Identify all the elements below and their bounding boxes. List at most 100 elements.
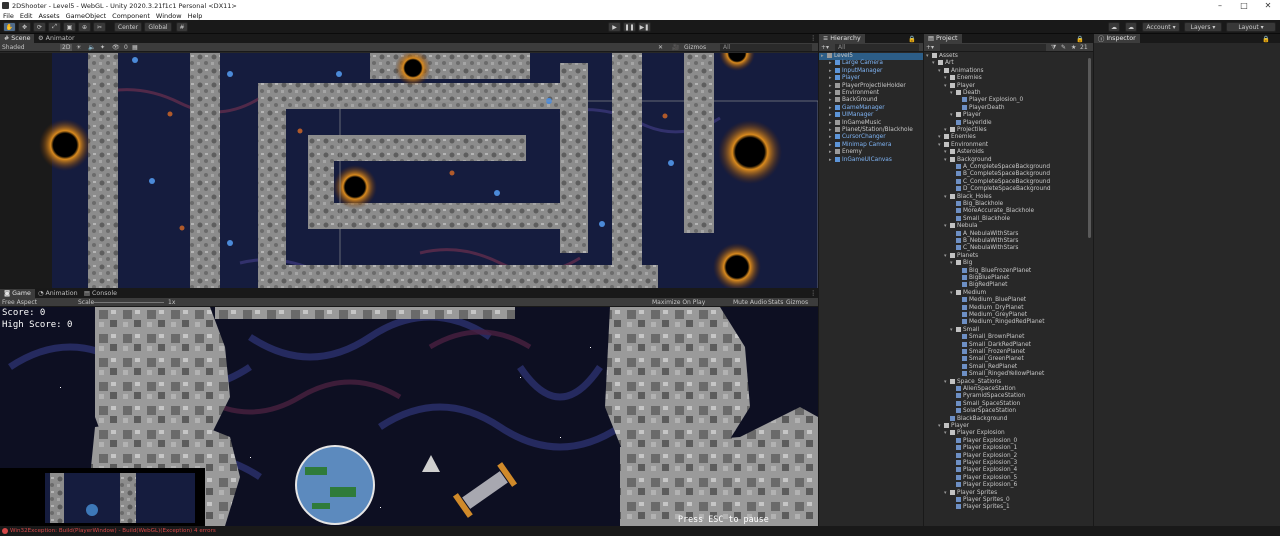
- tag-icon[interactable]: ✎: [1061, 44, 1066, 51]
- inspector-lock-icon[interactable]: 🔒: [1258, 34, 1274, 43]
- project-item[interactable]: Small_BrownPlanet: [924, 334, 1087, 341]
- project-item[interactable]: MoreAccurate_Blackhole: [924, 208, 1087, 215]
- hierarchy-item[interactable]: ▸ Planet/Station/Blackhole: [819, 127, 923, 134]
- status-error-text[interactable]: Win32Exception: Build(PlayerWindow) - Bu…: [10, 528, 216, 534]
- project-item[interactable]: BlackBackground: [924, 415, 1087, 423]
- project-item[interactable]: Medium_RingedRedPlanet: [924, 319, 1087, 326]
- project-item[interactable]: Medium_BluePlanet: [924, 297, 1087, 304]
- project-scrollbar[interactable]: [1088, 58, 1091, 238]
- project-item[interactable]: A_NebulaWithStars: [924, 230, 1087, 238]
- project-item[interactable]: Player Sprites_0: [924, 497, 1087, 504]
- project-item[interactable]: ▾ Environment: [924, 141, 1087, 149]
- project-item[interactable]: C_CompleteSpaceBackground: [924, 178, 1087, 186]
- project-item[interactable]: ▾ Black_Holes: [924, 193, 1087, 201]
- hierarchy-item[interactable]: ▸ Player: [819, 75, 923, 82]
- hierarchy-item[interactable]: ▸ Enemy: [819, 149, 923, 156]
- hierarchy-add-button[interactable]: +▾: [821, 44, 829, 51]
- aspect-dropdown[interactable]: Free Aspect: [2, 299, 37, 306]
- tab-game[interactable]: ◙ Game: [0, 289, 35, 298]
- minimize-icon[interactable]: –: [1208, 0, 1232, 11]
- menu-window[interactable]: Window: [156, 12, 182, 20]
- project-item[interactable]: Big_Blackhole: [924, 201, 1087, 208]
- menu-gameobject[interactable]: GameObject: [66, 12, 107, 20]
- layers-dropdown[interactable]: Layers ▾: [1184, 22, 1222, 32]
- hierarchy-item[interactable]: ▸ InGameUICanvas: [819, 156, 923, 164]
- rect-tool-icon[interactable]: ▣: [63, 22, 76, 32]
- project-item[interactable]: Player Sprites_1: [924, 504, 1087, 511]
- tab-hierarchy[interactable]: ≡ Hierarchy: [819, 34, 865, 43]
- project-item[interactable]: ▾ Animations: [924, 67, 1087, 75]
- project-item[interactable]: Small_FrozenPlanet: [924, 349, 1087, 356]
- mute-audio-toggle[interactable]: Mute Audio: [733, 299, 767, 306]
- project-item[interactable]: ▾ Space_Stations: [924, 378, 1087, 386]
- scale-slider[interactable]: [94, 302, 164, 303]
- project-item[interactable]: ▾ Small: [924, 326, 1087, 334]
- scale-tool-icon[interactable]: ⤢: [48, 22, 61, 32]
- project-item[interactable]: ▾ Art: [924, 60, 1087, 67]
- project-item[interactable]: ▾ Assets: [924, 53, 1087, 60]
- project-item[interactable]: Player Explosion_4: [924, 467, 1087, 474]
- move-tool-icon[interactable]: ✥: [18, 22, 31, 32]
- project-add-button[interactable]: +▾: [926, 44, 934, 51]
- tab-scene[interactable]: # Scene: [0, 34, 35, 43]
- menu-edit[interactable]: Edit: [20, 12, 33, 20]
- stats-toggle[interactable]: Stats: [768, 299, 783, 306]
- menu-help[interactable]: Help: [188, 12, 203, 20]
- project-item[interactable]: Player Explosion_1: [924, 445, 1087, 452]
- project-item[interactable]: B_CompleteSpaceBackground: [924, 171, 1087, 178]
- space-toggle[interactable]: Global: [144, 22, 172, 32]
- scene-canvas[interactable]: [0, 53, 818, 288]
- hierarchy-item[interactable]: ▸ BackGround: [819, 97, 923, 104]
- project-item[interactable]: ▾ Medium: [924, 289, 1087, 297]
- project-item[interactable]: ▾ Background: [924, 156, 1087, 164]
- hierarchy-item[interactable]: ▸ Minimap Camera: [819, 141, 923, 149]
- audio-icon[interactable]: 🔈: [88, 44, 95, 51]
- project-item[interactable]: ▾ Player: [924, 423, 1087, 430]
- project-item[interactable]: ▾ Planets: [924, 252, 1087, 260]
- project-item[interactable]: Small_RedPlanet: [924, 363, 1087, 371]
- menu-file[interactable]: File: [3, 12, 14, 20]
- game-gizmos-dropdown[interactable]: Gizmos: [786, 299, 808, 306]
- project-item[interactable]: ▾ Enemies: [924, 75, 1087, 82]
- star-icon[interactable]: ★: [1071, 44, 1076, 51]
- project-item[interactable]: Player Explosion_5: [924, 474, 1087, 482]
- tab-animation[interactable]: ◔ Animation: [34, 289, 82, 298]
- snap-icon[interactable]: #: [176, 22, 188, 32]
- project-item[interactable]: Small_GreenPlanet: [924, 356, 1087, 363]
- project-item[interactable]: Small_RingedYellowPlanet: [924, 371, 1087, 378]
- game-canvas[interactable]: [0, 307, 818, 526]
- transform-tool-icon[interactable]: ⊕: [78, 22, 91, 32]
- project-item[interactable]: ▾ Death: [924, 90, 1087, 97]
- project-item[interactable]: ▾ Player: [924, 82, 1087, 90]
- project-item[interactable]: Player Explosion_0: [924, 437, 1087, 445]
- close-icon[interactable]: ✕: [1256, 0, 1280, 11]
- project-item[interactable]: PlayerIdle: [924, 119, 1087, 127]
- hierarchy-item[interactable]: ▸ CursorChanger: [819, 134, 923, 141]
- project-lock-icon[interactable]: 🔒: [1072, 34, 1088, 43]
- hierarchy-item[interactable]: ▸ InputManager: [819, 67, 923, 75]
- mode-2d-toggle[interactable]: 2D: [60, 44, 73, 51]
- hierarchy-item[interactable]: ▸ UIManager: [819, 112, 923, 119]
- project-item[interactable]: AlienSpaceStation: [924, 386, 1087, 393]
- custom-tool-icon[interactable]: ✂: [93, 22, 106, 32]
- project-item[interactable]: Medium_DryPlanet: [924, 304, 1087, 312]
- layout-dropdown[interactable]: Layout ▾: [1226, 22, 1276, 32]
- project-item[interactable]: Small_SpaceStation: [924, 400, 1087, 408]
- project-item[interactable]: BigBluePlanet: [924, 275, 1087, 282]
- project-item[interactable]: A_CompleteSpaceBackground: [924, 164, 1087, 171]
- hidden-objects-icon[interactable]: 👁: [112, 44, 120, 51]
- project-item[interactable]: PyramidSpaceStation: [924, 393, 1087, 400]
- account-dropdown[interactable]: Account ▾: [1142, 22, 1180, 32]
- project-item[interactable]: Small_DarkRedPlanet: [924, 341, 1087, 349]
- hierarchy-item[interactable]: ▸ GameManager: [819, 104, 923, 112]
- grid-icon[interactable]: ▦: [132, 44, 138, 51]
- pause-button[interactable]: ❚❚: [623, 22, 636, 32]
- collab-icon[interactable]: ☁: [1108, 22, 1120, 32]
- project-item[interactable]: SolarSpaceStation: [924, 408, 1087, 415]
- maximize-on-play-toggle[interactable]: Maximize On Play: [652, 299, 705, 306]
- effects-icon[interactable]: ✦: [100, 44, 105, 51]
- hierarchy-search-input[interactable]: All: [835, 44, 919, 51]
- scene-search-input[interactable]: All: [720, 44, 812, 51]
- hierarchy-item[interactable]: ▸ Large Camera: [819, 60, 923, 67]
- project-search-input[interactable]: [940, 44, 1046, 51]
